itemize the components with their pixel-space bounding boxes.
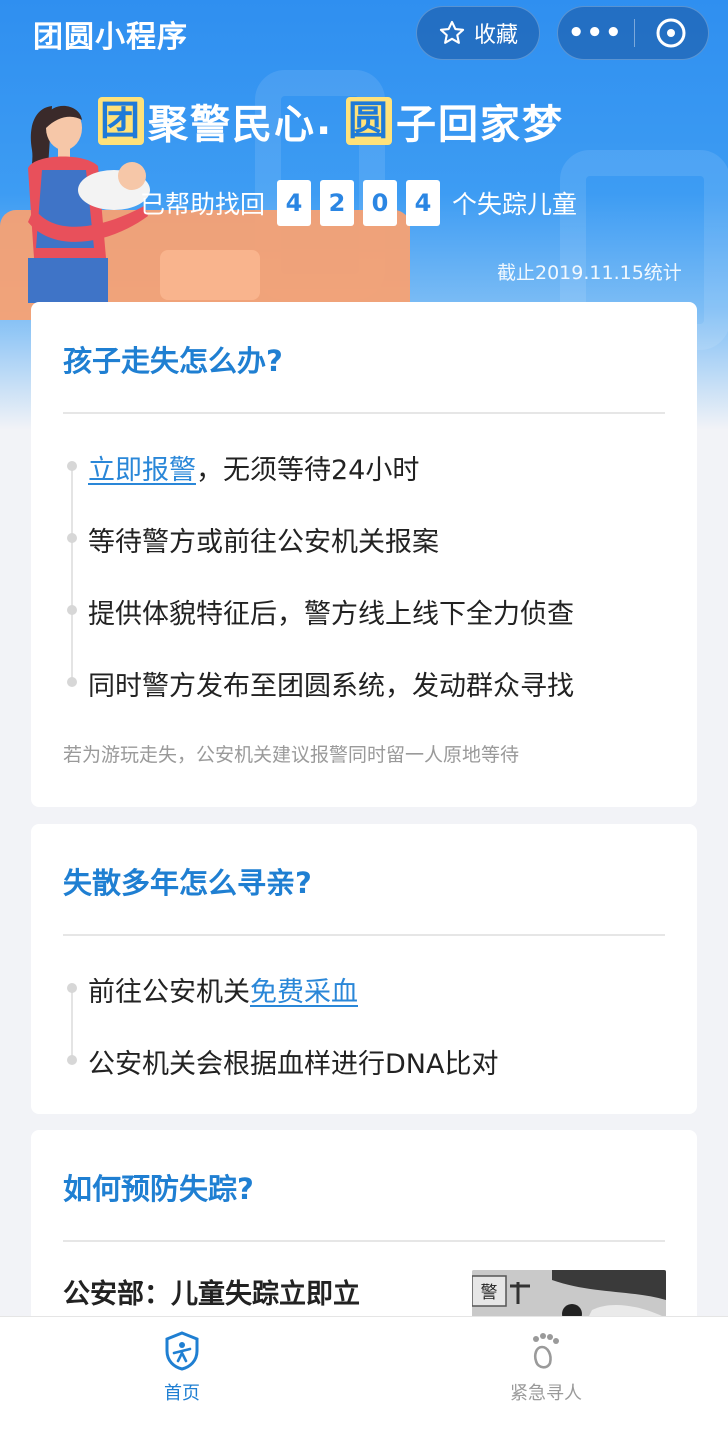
- step-item: 前往公安机关免费采血: [63, 970, 358, 1009]
- sign-text: 警: [481, 1283, 498, 1303]
- card-divider: [63, 934, 665, 936]
- home-shield-icon: [165, 1331, 199, 1371]
- stats-cutoff-date: 截止2019.11.15统计: [497, 262, 682, 284]
- steps-timeline: [71, 466, 73, 686]
- step-text: 提供体貌特征后，警方线上线下全力侦查: [88, 599, 574, 630]
- more-dots-icon[interactable]: •••: [558, 18, 634, 48]
- step-text: 同时警方发布至团圆系统，发动群众寻找: [88, 671, 574, 702]
- tab-home-label: 首页: [164, 1383, 200, 1404]
- footprint-icon: [533, 1333, 559, 1369]
- article-title[interactable]: 公安部：儿童失踪立即立: [63, 1272, 360, 1311]
- stats-digit: 4: [406, 180, 441, 226]
- bottom-tab-bar: 首页 紧急寻人: [0, 1316, 728, 1450]
- star-outline-icon: [439, 20, 465, 44]
- favorite-button[interactable]: 收藏: [416, 6, 540, 60]
- slogan-text-1: 聚警民心: [148, 102, 316, 148]
- slogan-highlight-1: 团: [98, 97, 144, 145]
- card-title: 失散多年怎么寻亲?: [63, 866, 312, 900]
- card-title: 如何预防失踪?: [63, 1172, 254, 1206]
- step-text: 公安机关会根据血样进行DNA比对: [88, 1049, 499, 1080]
- close-circle-icon: [656, 18, 686, 48]
- stats-prefix: 已帮助找回: [140, 190, 266, 219]
- tab-emergency-search[interactable]: 紧急寻人: [446, 1317, 646, 1450]
- capsule-menu: •••: [557, 6, 709, 60]
- stats-digit: 4: [277, 180, 312, 226]
- call-police-link[interactable]: 立即报警: [88, 455, 196, 486]
- slogan: 团 聚警民心 . 圆 子回家梦: [98, 92, 564, 150]
- card-divider: [63, 1240, 665, 1242]
- tab-emergency-search-label: 紧急寻人: [510, 1383, 582, 1404]
- favorite-label: 收藏: [473, 23, 518, 48]
- step-text: ，无须等待24小时: [196, 455, 420, 486]
- app-title: 团圆小程序: [33, 20, 188, 55]
- step-dot: [67, 461, 77, 471]
- slogan-text-2: 子回家梦: [396, 102, 564, 148]
- card-prevent-missing: 如何预防失踪? 公安部：儿童失踪立即立 警: [31, 1130, 697, 1330]
- stats-digit: 2: [320, 180, 355, 226]
- step-item: 提供体貌特征后，警方线上线下全力侦查: [63, 592, 574, 631]
- free-blood-sample-link[interactable]: 免费采血: [250, 977, 358, 1008]
- card-child-lost: 孩子走失怎么办? 立即报警，无须等待24小时 等待警方或前往公安机关报案 提供体…: [31, 302, 697, 807]
- step-item: 公安机关会根据血样进行DNA比对: [63, 1042, 498, 1081]
- step-dot: [67, 605, 77, 615]
- step-dot: [67, 677, 77, 687]
- step-item: 等待警方或前往公安机关报案: [63, 520, 439, 559]
- stats-suffix: 个失踪儿童: [452, 190, 578, 219]
- slogan-separator: .: [316, 98, 334, 144]
- step-dot: [67, 983, 77, 993]
- slogan-highlight-2: 圆: [346, 97, 392, 145]
- step-dot: [67, 533, 77, 543]
- step-dot: [67, 1055, 77, 1065]
- card-divider: [63, 412, 665, 414]
- tab-home[interactable]: 首页: [82, 1317, 282, 1450]
- step-text: 等待警方或前往公安机关报案: [88, 527, 439, 558]
- found-children-stats: 已帮助找回 4 2 0 4 个失踪儿童: [140, 180, 577, 226]
- card-note: 若为游玩走失，公安机关建议报警同时留一人原地等待: [63, 744, 520, 766]
- step-text: 前往公安机关: [88, 977, 250, 1008]
- card-find-family: 失散多年怎么寻亲? 前往公安机关免费采血 公安机关会根据血样进行DNA比对: [31, 824, 697, 1114]
- step-item: 立即报警，无须等待24小时: [63, 448, 419, 487]
- close-button[interactable]: [635, 16, 709, 50]
- couch-cushion: [160, 250, 260, 300]
- card-title: 孩子走失怎么办?: [63, 344, 283, 378]
- stats-digit: 0: [363, 180, 398, 226]
- step-item: 同时警方发布至团圆系统，发动群众寻找: [63, 664, 574, 703]
